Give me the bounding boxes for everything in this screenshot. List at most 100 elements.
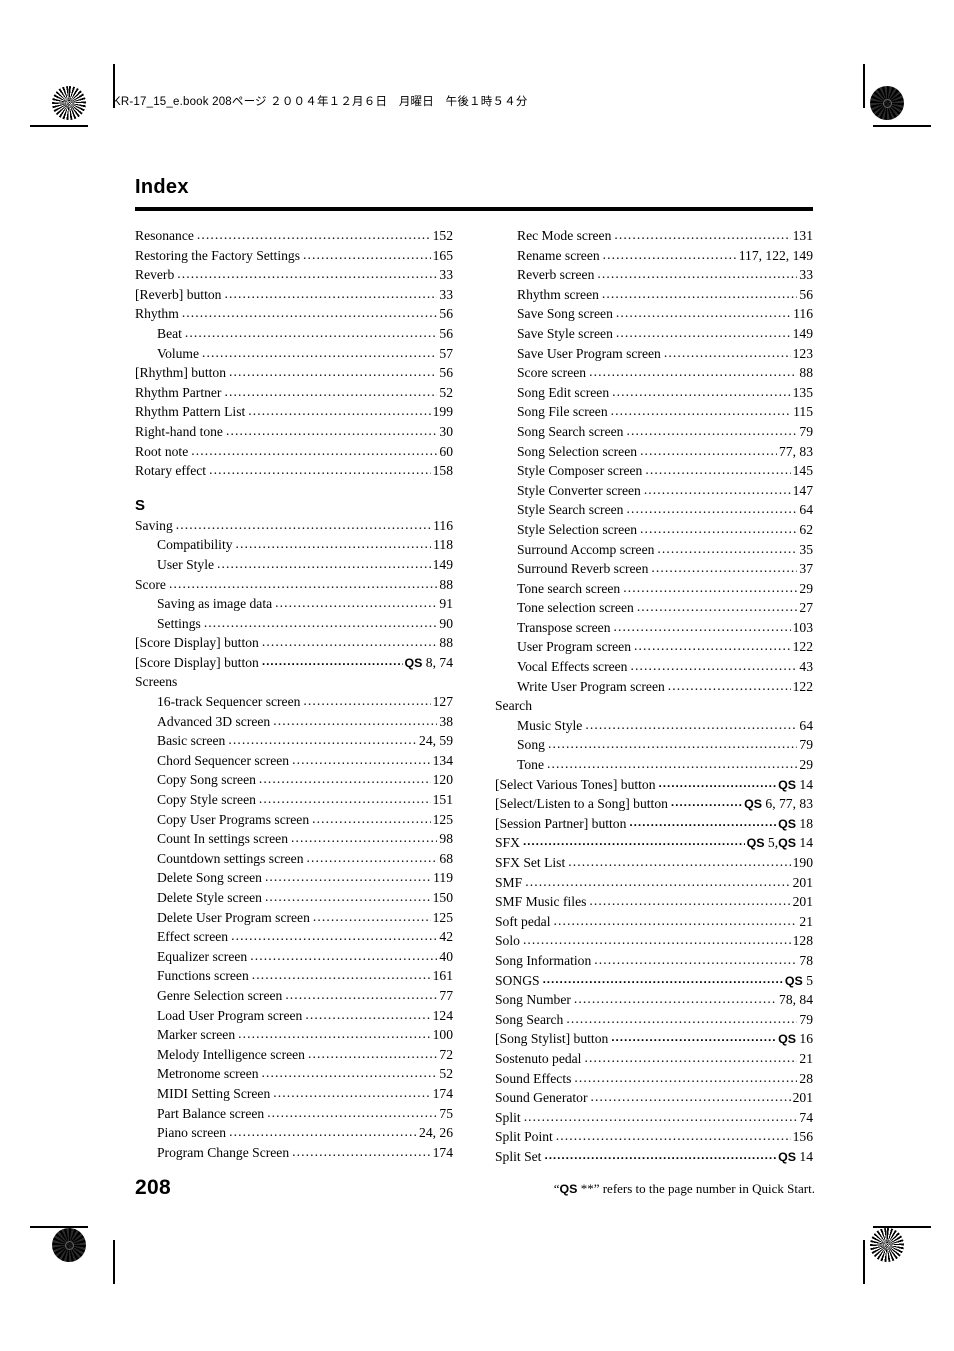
- index-entry[interactable]: Save Song screen 116: [495, 304, 813, 324]
- index-entry[interactable]: Count In settings screen 98: [135, 829, 453, 849]
- index-entry-pages: 72: [439, 1046, 453, 1062]
- index-entry[interactable]: SMF 201: [495, 873, 813, 893]
- index-entry[interactable]: Copy Song screen 120: [135, 770, 453, 790]
- index-entry[interactable]: SONGS QS 5: [495, 971, 813, 991]
- qs-marker: QS: [744, 797, 763, 812]
- index-entry[interactable]: Piano screen 24, 26: [135, 1123, 453, 1143]
- index-entry[interactable]: Rhythm Pattern List 199: [135, 402, 453, 422]
- index-entry[interactable]: Style Search screen 64: [495, 500, 813, 520]
- index-entry[interactable]: [Score Display] button 88: [135, 633, 453, 653]
- index-entry[interactable]: Saving 116: [135, 516, 453, 536]
- index-entry[interactable]: Transpose screen 103: [495, 618, 813, 638]
- index-entry[interactable]: Song File screen 115: [495, 402, 813, 422]
- index-entry[interactable]: Surround Reverb screen 37: [495, 559, 813, 579]
- index-entry[interactable]: Sound Effects 28: [495, 1069, 813, 1089]
- index-entry[interactable]: Program Change Screen 174: [135, 1143, 453, 1163]
- index-entry[interactable]: Copy Style screen 151: [135, 790, 453, 810]
- index-entry[interactable]: Song Search screen 79: [495, 422, 813, 442]
- index-entry[interactable]: User Program screen 122: [495, 637, 813, 657]
- index-entry[interactable]: Search: [495, 696, 813, 716]
- index-entry[interactable]: Melody Intelligence screen 72: [135, 1045, 453, 1065]
- index-entry[interactable]: Solo 128: [495, 931, 813, 951]
- index-entry[interactable]: Metronome screen 52: [135, 1064, 453, 1084]
- index-entry[interactable]: Copy User Programs screen 125: [135, 810, 453, 830]
- index-entry[interactable]: [Session Partner] button QS 18: [495, 814, 813, 834]
- index-entry[interactable]: Delete User Program screen 125: [135, 908, 453, 928]
- index-entry[interactable]: Save User Program screen 123: [495, 344, 813, 364]
- index-entry[interactable]: Save Style screen 149: [495, 324, 813, 344]
- index-entry[interactable]: Music Style 64: [495, 716, 813, 736]
- index-entry[interactable]: Style Converter screen 147: [495, 481, 813, 501]
- index-entry[interactable]: Tone search screen 29: [495, 579, 813, 599]
- index-entry[interactable]: Style Composer screen 145: [495, 461, 813, 481]
- index-entry[interactable]: Rhythm 56: [135, 304, 453, 324]
- index-entry[interactable]: Screens: [135, 672, 453, 692]
- index-entry[interactable]: Song Search 79: [495, 1010, 813, 1030]
- index-entry[interactable]: Restoring the Factory Settings 165: [135, 246, 453, 266]
- index-entry[interactable]: SFX Set List 190: [495, 853, 813, 873]
- index-entry[interactable]: Song Information 78: [495, 951, 813, 971]
- index-entry[interactable]: Rename screen 117, 122, 149: [495, 246, 813, 266]
- index-entry[interactable]: Rotary effect 158: [135, 461, 453, 481]
- index-entry[interactable]: Resonance 152: [135, 226, 453, 246]
- dot-leader: [525, 874, 790, 887]
- index-entry[interactable]: Song Selection screen 77, 83: [495, 442, 813, 462]
- index-entry-label: Reverb: [135, 267, 175, 283]
- index-entry[interactable]: Rhythm Partner 52: [135, 383, 453, 403]
- index-entry[interactable]: Marker screen 100: [135, 1025, 453, 1045]
- index-entry[interactable]: Sound Generator 201: [495, 1088, 813, 1108]
- index-entry[interactable]: Genre Selection screen 77: [135, 986, 453, 1006]
- index-entry[interactable]: Score 88: [135, 575, 453, 595]
- index-entry[interactable]: SFX QS 5,QS 14: [495, 833, 813, 853]
- index-entry[interactable]: Rhythm screen 56: [495, 285, 813, 305]
- index-entry[interactable]: Reverb screen 33: [495, 265, 813, 285]
- index-entry[interactable]: Basic screen 24, 59: [135, 731, 453, 751]
- index-entry[interactable]: Song Number 78, 84: [495, 990, 813, 1010]
- index-entry[interactable]: Tone 29: [495, 755, 813, 775]
- index-entry[interactable]: Countdown settings screen 68: [135, 849, 453, 869]
- index-entry[interactable]: Right-hand tone 30: [135, 422, 453, 442]
- index-entry[interactable]: SMF Music files 201: [495, 892, 813, 912]
- index-entry[interactable]: Root note 60: [135, 442, 453, 462]
- index-entry[interactable]: User Style 149: [135, 555, 453, 575]
- index-entry[interactable]: Part Balance screen 75: [135, 1104, 453, 1124]
- index-entry[interactable]: [Song Stylist] button QS 16: [495, 1029, 813, 1049]
- index-entry[interactable]: Song Edit screen 135: [495, 383, 813, 403]
- index-entry[interactable]: Reverb 33: [135, 265, 453, 285]
- index-entry[interactable]: Write User Program screen 122: [495, 677, 813, 697]
- index-entry[interactable]: Settings 90: [135, 614, 453, 634]
- index-entry[interactable]: Split Point 156: [495, 1127, 813, 1147]
- dot-leader: [629, 815, 776, 828]
- index-entry[interactable]: [Rhythm] button 56: [135, 363, 453, 383]
- index-entry[interactable]: Vocal Effects screen 43: [495, 657, 813, 677]
- index-entry[interactable]: MIDI Setting Screen 174: [135, 1084, 453, 1104]
- index-entry[interactable]: Delete Song screen 119: [135, 868, 453, 888]
- index-entry[interactable]: Split 74: [495, 1108, 813, 1128]
- index-entry[interactable]: Sostenuto pedal 21: [495, 1049, 813, 1069]
- index-entry[interactable]: Style Selection screen 62: [495, 520, 813, 540]
- index-entry[interactable]: [Select Various Tones] button QS 14: [495, 775, 813, 795]
- index-entry[interactable]: 16-track Sequencer screen 127: [135, 692, 453, 712]
- index-entry[interactable]: [Score Display] button QS 8, 74: [135, 653, 453, 673]
- index-entry[interactable]: Chord Sequencer screen 134: [135, 751, 453, 771]
- index-entry[interactable]: Compatibility 118: [135, 535, 453, 555]
- index-entry[interactable]: Saving as image data 91: [135, 594, 453, 614]
- index-entry[interactable]: Load User Program screen 124: [135, 1006, 453, 1026]
- index-entry[interactable]: Advanced 3D screen 38: [135, 712, 453, 732]
- index-entry-label: Score screen: [517, 365, 587, 381]
- index-entry[interactable]: Tone selection screen 27: [495, 598, 813, 618]
- index-entry[interactable]: [Select/Listen to a Song] button QS 6, 77…: [495, 794, 813, 814]
- index-entry[interactable]: Equalizer screen 40: [135, 947, 453, 967]
- index-entry[interactable]: Volume 57: [135, 344, 453, 364]
- index-entry[interactable]: Soft pedal 21: [495, 912, 813, 932]
- index-entry[interactable]: Delete Style screen 150: [135, 888, 453, 908]
- index-entry[interactable]: [Reverb] button 33: [135, 285, 453, 305]
- index-entry[interactable]: Surround Accomp screen 35: [495, 540, 813, 560]
- index-entry[interactable]: Functions screen 161: [135, 966, 453, 986]
- index-entry[interactable]: Split Set QS 14: [495, 1147, 813, 1167]
- index-entry[interactable]: Beat 56: [135, 324, 453, 344]
- index-entry[interactable]: Rec Mode screen 131: [495, 226, 813, 246]
- index-entry[interactable]: Score screen 88: [495, 363, 813, 383]
- index-entry[interactable]: Effect screen 42: [135, 927, 453, 947]
- index-entry[interactable]: Song 79: [495, 735, 813, 755]
